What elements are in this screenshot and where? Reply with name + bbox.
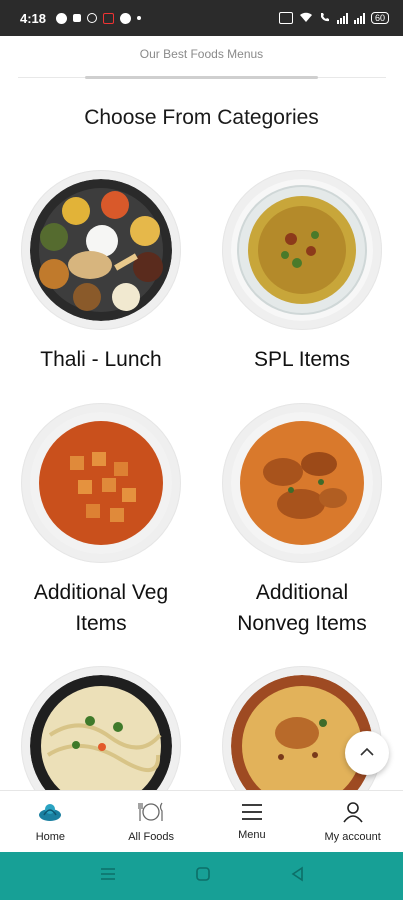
category-label: Additional Nonveg Items	[212, 577, 392, 639]
dal-bowl-image	[222, 170, 382, 330]
chicken-curry-image	[222, 403, 382, 563]
category-label-line1: Additional Veg	[33, 581, 169, 604]
nav-item-all-foods[interactable]: All Foods	[101, 791, 202, 853]
category-card-additional-nonveg[interactable]: Additional Nonveg Items	[212, 403, 392, 639]
category-label: Additional Veg Items	[11, 577, 191, 639]
thali-plate-image	[21, 170, 181, 330]
nav-item-my-account[interactable]: My account	[302, 791, 403, 853]
nav-item-menu[interactable]: Menu	[202, 791, 303, 853]
person-icon	[342, 801, 364, 826]
paneer-curry-image	[21, 403, 181, 563]
category-card-thali[interactable]: Thali - Lunch	[11, 170, 191, 375]
page-subtitle: Our Best Foods Menus	[139, 47, 264, 61]
signal-2-icon	[353, 12, 365, 24]
home-logo-icon	[38, 801, 62, 826]
cutlery-icon	[137, 801, 164, 826]
category-label: Thali - Lunch	[40, 348, 162, 371]
system-navigation-bar	[0, 852, 403, 900]
wifi-icon	[299, 11, 313, 26]
more-dot-icon	[137, 16, 142, 20]
category-card-spl-items[interactable]: SPL Items	[212, 170, 392, 375]
app-notification-icon	[120, 12, 132, 24]
hamburger-menu-icon	[241, 803, 263, 824]
nav-item-home[interactable]: Home	[0, 791, 101, 853]
call-icon	[319, 11, 331, 26]
section-heading: Choose From Categories	[84, 106, 319, 129]
nav-label: All Foods	[128, 831, 175, 843]
signal-1-icon	[336, 12, 348, 24]
bottom-navigation: Home All Foods Menu My account	[0, 790, 403, 853]
recent-apps-icon[interactable]	[100, 867, 116, 886]
chevron-up-icon	[359, 744, 375, 762]
nav-label: My account	[324, 831, 381, 843]
home-button-icon[interactable]	[195, 866, 211, 887]
subtitle-underline	[85, 76, 318, 79]
x-notification-icon	[87, 13, 98, 23]
status-bar: 4:18 60	[0, 0, 403, 36]
category-label: SPL Items	[253, 348, 351, 371]
category-label-line1: Additional	[255, 581, 349, 604]
category-card-additional-veg[interactable]: Additional Veg Items	[11, 403, 191, 639]
back-icon[interactable]	[290, 866, 304, 887]
category-label-line2: Nonveg Items	[237, 612, 367, 635]
status-time: 4:18	[20, 10, 47, 26]
nav-label: Menu	[238, 829, 266, 841]
category-label-line2: Items	[75, 612, 127, 635]
chat-icon	[56, 12, 68, 24]
scroll-to-top-button[interactable]	[345, 731, 389, 775]
record-icon	[103, 12, 115, 24]
vibrate-icon	[278, 12, 293, 24]
notification-icon	[73, 14, 82, 22]
nav-label: Home	[35, 831, 66, 843]
battery-icon: 60	[370, 12, 389, 24]
